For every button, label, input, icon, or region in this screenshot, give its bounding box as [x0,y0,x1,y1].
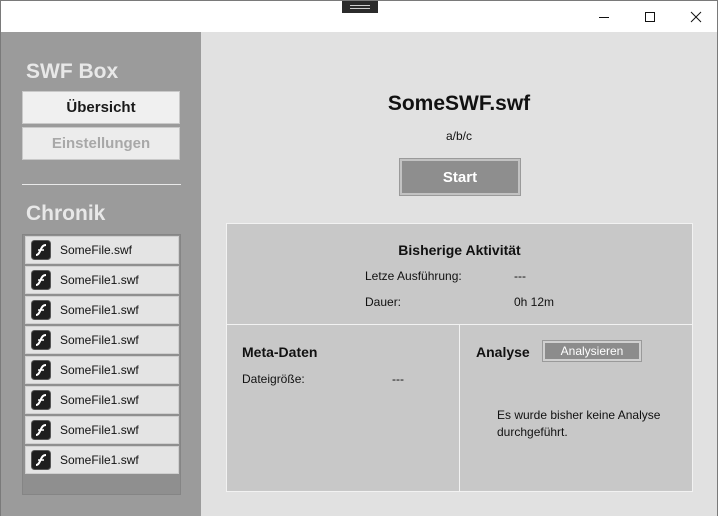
close-icon [690,11,702,22]
nav-overview-button[interactable]: Übersicht [22,91,180,124]
title-bar[interactable] [1,1,717,32]
history-item[interactable]: SomeFile1.swf [25,296,179,324]
history-item-label: SomeFile.swf [60,243,133,257]
start-button[interactable]: Start [399,158,521,196]
swf-file-icon [31,360,51,380]
last-run-value: --- [514,269,526,283]
history-item-label: SomeFile1.swf [60,453,139,467]
maximize-icon [645,11,655,22]
activity-title: Bisherige Aktivität [398,242,521,258]
analysis-panel: Analyse Analysieren Es wurde bisher kein… [459,324,693,492]
swf-file-icon [31,330,51,350]
history-item-label: SomeFile1.swf [60,273,139,287]
history-item[interactable]: SomeFile1.swf [25,386,179,414]
swf-file-icon [31,420,51,440]
analyze-button[interactable]: Analysieren [542,340,642,362]
swf-file-icon [31,240,51,260]
app-title: SWF Box [26,60,119,83]
last-run-label: Letze Ausführung: [365,269,462,283]
nav-settings-button[interactable]: Einstellungen [22,127,180,160]
meta-title: Meta-Daten [242,344,318,360]
activity-panel: Bisherige Aktivität Letze Ausführung: --… [226,223,693,326]
duration-label: Dauer: [365,295,402,309]
app-window: SWF Box Übersicht Einstellungen Chronik … [0,0,718,516]
history-item[interactable]: SomeFile.swf [25,236,179,264]
analysis-title: Analyse [476,344,530,360]
swf-file-icon [31,450,51,470]
history-item-label: SomeFile1.swf [60,423,139,437]
swf-file-icon [31,390,51,410]
history-item[interactable]: SomeFile1.swf [25,266,179,294]
history-item-label: SomeFile1.swf [60,333,139,347]
file-size-value: --- [392,372,404,386]
history-item[interactable]: SomeFile1.swf [25,326,179,354]
swf-file-icon [31,300,51,320]
meta-panel: Meta-Daten Dateigröße: --- [226,324,461,492]
sidebar: SWF Box Übersicht Einstellungen Chronik … [1,32,201,516]
history-item[interactable]: SomeFile1.swf [25,356,179,384]
file-size-label: Dateigröße: [242,372,305,386]
main-content: SomeSWF.swf a/b/c Start Bisherige Aktivi… [201,32,717,516]
history-list[interactable]: SomeFile.swf SomeFile1.swf SomeFile1.swf… [22,234,181,495]
minimize-button[interactable] [581,1,627,32]
history-title: Chronik [26,202,106,225]
sidebar-divider [22,184,181,185]
history-item[interactable]: SomeFile1.swf [25,446,179,474]
drag-handle[interactable] [342,1,378,13]
close-button[interactable] [673,1,718,32]
history-item-label: SomeFile1.swf [60,393,139,407]
file-title: SomeSWF.swf [387,92,531,115]
swf-file-icon [31,270,51,290]
analysis-message: Es wurde bisher keine Analyse durchgefüh… [497,408,661,439]
history-item-label: SomeFile1.swf [60,303,139,317]
history-item[interactable]: SomeFile1.swf [25,416,179,444]
duration-value: 0h 12m [514,295,555,309]
maximize-button[interactable] [627,1,673,32]
minimize-icon [599,16,609,18]
history-item-label: SomeFile1.swf [60,363,139,377]
file-path: a/b/c [445,129,472,143]
